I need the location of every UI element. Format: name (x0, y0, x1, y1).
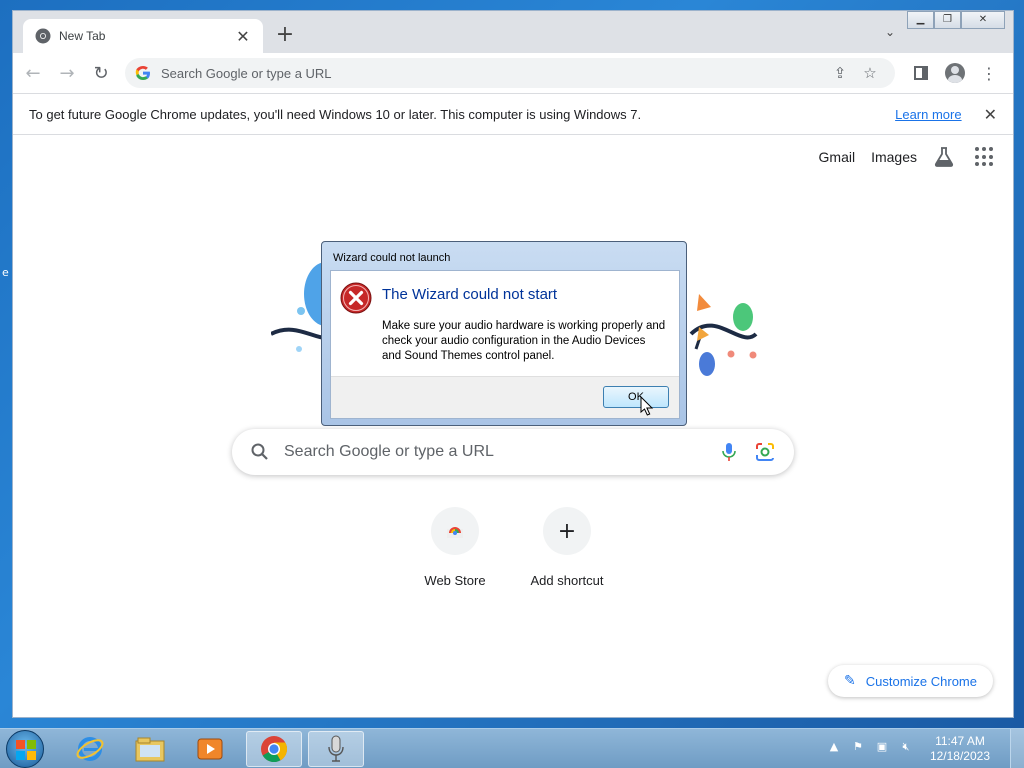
dialog-heading: The Wizard could not start (382, 286, 558, 303)
learn-more-link[interactable]: Learn more (895, 107, 961, 122)
shortcut-label: Add shortcut (530, 573, 604, 588)
pencil-icon: ✎ (844, 673, 856, 689)
start-button[interactable] (6, 730, 44, 768)
clock-date: 12/18/2023 (929, 749, 990, 763)
error-icon (340, 282, 372, 314)
chrome-icon (261, 736, 288, 763)
tab-title: New Tab (59, 29, 106, 43)
ntp-search-box[interactable]: Search Google or type a URL (232, 429, 794, 475)
network-icon[interactable]: ▣ (873, 740, 891, 758)
chrome-favicon-icon (35, 28, 51, 44)
share-icon[interactable]: ⇪ (825, 64, 855, 82)
tab-strip: New Tab ✕ + ⌄ ▁ ❐ ✕ (13, 11, 1013, 53)
dialog-title: Wizard could not launch (333, 252, 451, 264)
ntp-header-links: Gmail Images (819, 146, 995, 168)
web-store-icon (431, 507, 479, 555)
bookmark-star-icon[interactable]: ☆ (855, 64, 885, 82)
infobar-message: To get future Google Chrome updates, you… (29, 106, 642, 122)
shortcut-add[interactable]: + Add shortcut (525, 507, 609, 588)
reload-button[interactable]: ↻ (87, 59, 115, 87)
microphone-icon[interactable] (718, 441, 740, 463)
omnibox[interactable]: Search Google or type a URL ⇪ ☆ (125, 58, 895, 88)
error-dialog: Wizard could not launch The Wizard could… (321, 241, 687, 426)
images-link[interactable]: Images (871, 149, 917, 165)
profile-button[interactable] (943, 61, 967, 85)
taskbar-microphone-app[interactable] (308, 731, 364, 767)
taskbar-clock[interactable]: 11:47 AM 12/18/2023 (930, 734, 990, 764)
desktop-icon-label: e (2, 266, 9, 279)
shortcut-label: Web Store (424, 573, 486, 588)
plus-icon: + (543, 507, 591, 555)
shortcut-web-store[interactable]: Web Store (413, 507, 497, 588)
customize-label: Customize Chrome (865, 673, 977, 689)
windows-logo-icon (16, 740, 36, 760)
update-infobar: To get future Google Chrome updates, you… (13, 93, 1013, 135)
gmail-link[interactable]: Gmail (819, 149, 856, 165)
taskbar-file-explorer[interactable] (122, 731, 178, 767)
side-panel-icon[interactable] (909, 61, 933, 85)
taskbar-chrome[interactable] (246, 731, 302, 767)
dialog-message: Make sure your audio hardware is working… (382, 320, 666, 362)
show-desktop-button[interactable] (1010, 729, 1024, 768)
window-controls: ▁ ❐ ✕ (907, 11, 1005, 29)
taskbar: ▲ ⚑ ▣ 🔇︎ 11:47 AM 12/18/2023 (0, 728, 1024, 768)
back-button[interactable]: ← (19, 59, 47, 87)
media-player-icon (197, 738, 223, 760)
volume-muted-icon[interactable]: 🔇︎ (897, 740, 915, 758)
labs-flask-icon[interactable] (933, 146, 955, 168)
customize-chrome-button[interactable]: ✎ Customize Chrome (828, 665, 993, 697)
tab-search-chevron-icon[interactable]: ⌄ (885, 25, 901, 41)
new-tab-button[interactable]: + (275, 23, 295, 47)
tab-new-tab[interactable]: New Tab ✕ (23, 19, 263, 53)
dialog-body: The Wizard could not start Make sure you… (330, 270, 680, 419)
toolbar-right: ⋮ (909, 61, 1001, 85)
avatar (945, 63, 965, 83)
search-icon (251, 443, 268, 460)
mouse-cursor-icon (640, 396, 654, 416)
ntp-search-placeholder: Search Google or type a URL (284, 443, 494, 460)
menu-kebab-icon[interactable]: ⋮ (977, 61, 1001, 85)
show-hidden-icons-chevron-icon[interactable]: ▲ (825, 740, 843, 758)
tab-close-icon[interactable]: ✕ (235, 27, 251, 46)
microphone-icon (328, 735, 344, 762)
ok-button[interactable]: OK (603, 386, 669, 408)
dialog-footer: OK (331, 376, 679, 418)
google-g-icon (135, 66, 150, 80)
omnibox-placeholder: Search Google or type a URL (161, 65, 332, 81)
clock-time: 11:47 AM (935, 734, 985, 748)
infobar-close-icon[interactable]: ✕ (984, 105, 997, 124)
forward-button[interactable]: → (53, 59, 81, 87)
taskbar-media-player[interactable] (182, 731, 238, 767)
google-lens-icon[interactable] (754, 441, 776, 463)
taskbar-internet-explorer[interactable] (62, 731, 118, 767)
file-explorer-icon (135, 737, 165, 762)
minimize-button[interactable]: ▁ (907, 11, 934, 29)
internet-explorer-icon (76, 737, 104, 761)
action-center-flag-icon[interactable]: ⚑ (849, 740, 867, 758)
shortcuts-row: Web Store + Add shortcut (413, 507, 609, 588)
system-tray: ▲ ⚑ ▣ 🔇︎ 11:47 AM 12/18/2023 (822, 729, 1024, 768)
google-apps-icon[interactable] (975, 147, 995, 167)
toolbar: ← → ↻ Search Google or type a URL ⇪ ☆ ⋮ (13, 53, 1013, 93)
close-window-button[interactable]: ✕ (961, 11, 1005, 29)
restore-button[interactable]: ❐ (934, 11, 961, 29)
